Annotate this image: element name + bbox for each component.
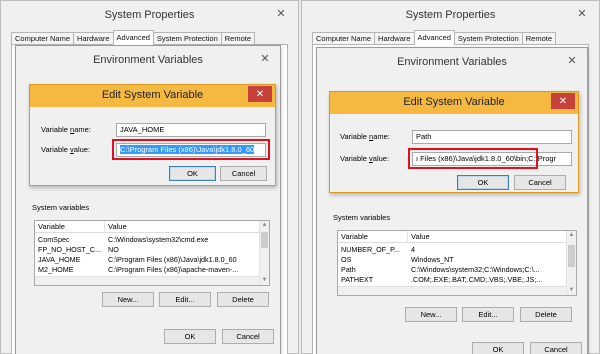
close-icon[interactable]: ✕ [268, 5, 294, 21]
table-row[interactable]: ComSpec C:\Windows\system32\cmd.exe [35, 235, 259, 245]
dialog-title: Edit System Variable [403, 96, 505, 108]
variable-name-label: Variable name: [41, 125, 91, 134]
variable-value-label: Variable value: [41, 145, 91, 154]
scroll-down-icon[interactable]: ▼ [567, 286, 576, 295]
variable-name-field[interactable]: JAVA_HOME [116, 123, 266, 137]
column-header-variable[interactable]: Variable [338, 231, 408, 243]
window-title: System Properties [405, 9, 496, 21]
ok-button[interactable]: OK [164, 329, 216, 344]
selected-value-text: C:\Program Files (x86)\Java\jdk1.8.0_60 [120, 145, 255, 154]
variable-value-label: Variable value: [340, 154, 390, 163]
variable-cell: M2_HOME [38, 265, 74, 274]
column-header-value[interactable]: Value [408, 231, 568, 243]
variable-cell: Path [341, 265, 356, 274]
value-cell: .COM;.EXE;.BAT;.CMD;.VBS;.VBE;.JS;... [411, 275, 543, 284]
table-row[interactable]: M2_HOME C:\Program Files (x86)\apache-ma… [35, 265, 259, 275]
cancel-button[interactable]: Cancel [514, 175, 566, 190]
column-header-variable[interactable]: Variable [35, 221, 105, 233]
vertical-scrollbar[interactable]: ▲ ▼ [259, 221, 269, 285]
system-properties-window: System Properties ✕ Computer Name Hardwa… [301, 0, 600, 354]
delete-button[interactable]: Delete [520, 307, 572, 322]
edit-system-variable-dialog: Edit System Variable ✕ Variable name: Pa… [329, 91, 579, 193]
left-panel: System Properties ✕ Computer Name Hardwa… [0, 0, 299, 354]
tab-advanced[interactable]: Advanced [112, 30, 154, 45]
horizontal-scrollbar[interactable] [338, 286, 566, 295]
column-header-value[interactable]: Value [105, 221, 261, 233]
edit-button[interactable]: Edit... [462, 307, 514, 322]
scrollbar-thumb[interactable] [568, 245, 575, 267]
table-row[interactable]: FP_NO_HOST_C... NO [35, 245, 259, 255]
variable-cell: FP_NO_HOST_C... [38, 245, 102, 254]
close-icon[interactable]: ✕ [252, 50, 278, 66]
value-cell: 4 [411, 245, 415, 254]
edit-button[interactable]: Edit... [159, 292, 211, 307]
variable-value-field[interactable]: C:\Program Files (x86)\Java\jdk1.8.0_60 [116, 143, 266, 157]
system-variables-list[interactable]: Variable Value ComSpec C:\Windows\system… [34, 220, 270, 286]
value-cell: C:\Windows\system32;C:\Windows;C:\... [411, 265, 540, 274]
new-button[interactable]: New... [405, 307, 457, 322]
variable-value-field[interactable]: ı Files (x86)\Java\jdk1.8.0_60\bin;C:\Pr… [412, 152, 572, 166]
table-row[interactable]: Path C:\Windows\system32;C:\Windows;C:\.… [338, 265, 566, 275]
close-icon[interactable]: ✕ [559, 52, 585, 68]
value-cell: C:\Program Files (x86)\apache-maven-... [108, 265, 239, 274]
value-cell: C:\Program Files (x86)\Java\jdk1.8.0_60 [108, 255, 237, 264]
close-icon[interactable]: ✕ [248, 86, 272, 102]
list-header: Variable Value [35, 221, 259, 233]
value-cell: NO [108, 245, 119, 254]
ok-button[interactable]: OK [457, 175, 509, 190]
system-variables-list[interactable]: Variable Value NUMBER_OF_P... 4 OS Windo… [337, 230, 577, 296]
variable-cell: OS [341, 255, 352, 264]
variable-cell: PATHEXT [341, 275, 374, 284]
system-variables-label: System variables [32, 203, 90, 212]
table-row[interactable]: OS Windows_NT [338, 255, 566, 265]
list-header: Variable Value [338, 231, 566, 243]
variable-name-field[interactable]: Path [412, 130, 572, 144]
cancel-button[interactable]: Cancel [530, 342, 582, 354]
table-row[interactable]: PATHEXT .COM;.EXE;.BAT;.CMD;.VBS;.VBE;.J… [338, 275, 566, 285]
value-cell: C:\Windows\system32\cmd.exe [108, 235, 209, 244]
dialog-title: Edit System Variable [101, 89, 204, 101]
ok-button[interactable]: OK [472, 342, 524, 354]
table-row[interactable]: NUMBER_OF_P... 4 [338, 245, 566, 255]
system-variables-label: System variables [333, 213, 391, 222]
system-properties-window: System Properties ✕ Computer Name Hardwa… [0, 0, 299, 354]
delete-button[interactable]: Delete [217, 292, 269, 307]
value-cell: Windows_NT [411, 255, 454, 264]
highlighted-value-text: ı Files (x86)\Java\jdk1.8.0_60\bin [416, 154, 527, 163]
cancel-button[interactable]: Cancel [220, 166, 267, 181]
edit-system-variable-dialog: Edit System Variable ✕ Variable name: JA… [29, 84, 276, 186]
table-row[interactable]: JAVA_HOME C:\Program Files (x86)\Java\jd… [35, 255, 259, 265]
cancel-button[interactable]: Cancel [222, 329, 274, 344]
scroll-up-icon[interactable]: ▲ [567, 231, 576, 240]
remaining-value-text: ;C:\Progr [526, 154, 557, 163]
horizontal-scrollbar[interactable] [35, 276, 259, 285]
variable-cell: JAVA_HOME [38, 255, 81, 264]
vertical-scrollbar[interactable]: ▲ ▼ [566, 231, 576, 295]
env-vars-title: Environment Variables [397, 56, 507, 68]
scroll-up-icon[interactable]: ▲ [260, 221, 269, 230]
env-vars-title: Environment Variables [93, 54, 203, 66]
variable-cell: NUMBER_OF_P... [341, 245, 400, 254]
tab-advanced[interactable]: Advanced [413, 30, 455, 45]
right-panel: System Properties ✕ Computer Name Hardwa… [301, 0, 600, 354]
close-icon[interactable]: ✕ [569, 5, 595, 21]
variable-name-label: Variable name: [340, 132, 390, 141]
new-button[interactable]: New... [102, 292, 154, 307]
scroll-down-icon[interactable]: ▼ [260, 276, 269, 285]
variable-cell: ComSpec [38, 235, 70, 244]
close-icon[interactable]: ✕ [551, 93, 575, 109]
scrollbar-thumb[interactable] [261, 232, 268, 248]
window-title: System Properties [104, 9, 195, 21]
ok-button[interactable]: OK [169, 166, 216, 181]
